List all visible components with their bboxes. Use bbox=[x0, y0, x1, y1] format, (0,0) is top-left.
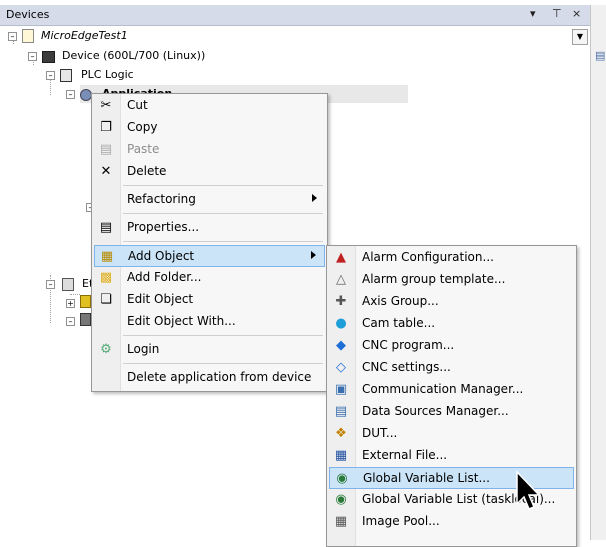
menu-item-cut[interactable]: ✂ Cut bbox=[94, 95, 325, 117]
right-side-strip: ▤ bbox=[590, 5, 606, 540]
cnc-settings-icon: ◇ bbox=[336, 360, 346, 375]
submenu-item-data-sources-manager[interactable]: ▤ Data Sources Manager... bbox=[329, 401, 574, 423]
mouse-cursor-icon bbox=[516, 470, 541, 510]
expander-ethercat[interactable]: – bbox=[46, 280, 55, 289]
image-pool-icon: ▦ bbox=[334, 514, 348, 529]
submenu-item-cnc-program[interactable]: ◆ CNC program... bbox=[329, 335, 574, 357]
communication-manager-icon: ▣ bbox=[334, 382, 348, 397]
device-icon bbox=[42, 51, 55, 63]
submenu-item-cnc-settings[interactable]: ◇ CNC settings... bbox=[329, 357, 574, 379]
plc-logic-label: PLC Logic bbox=[81, 68, 134, 81]
expander-application[interactable]: – bbox=[66, 90, 75, 99]
dropdown-arrow-icon[interactable]: ▾ bbox=[530, 7, 536, 20]
menu-item-refactoring[interactable]: Refactoring bbox=[94, 189, 325, 211]
project-icon bbox=[22, 29, 34, 43]
menu-item-add-folder[interactable]: ▩ Add Folder... bbox=[94, 267, 325, 289]
expander-project[interactable]: – bbox=[8, 32, 17, 41]
side-tab-icon[interactable]: ▤ bbox=[595, 49, 605, 62]
submenu-item-image-pool[interactable]: ▦ Image Pool... bbox=[329, 511, 574, 533]
data-sources-icon: ▤ bbox=[334, 404, 348, 419]
dut-icon: ❖ bbox=[335, 426, 347, 441]
submenu-item-alarm-group-template[interactable]: △ Alarm group template... bbox=[329, 269, 574, 291]
ethercat-icon bbox=[62, 278, 74, 291]
menu-item-properties[interactable]: ▤ Properties... bbox=[94, 217, 325, 239]
expander-subnode-2[interactable]: – bbox=[66, 317, 75, 326]
scissors-icon: ✂ bbox=[100, 98, 112, 113]
module-icon bbox=[80, 295, 91, 308]
menu-item-add-object[interactable]: ▦ Add Object bbox=[94, 245, 325, 267]
menu-item-delete[interactable]: ✕ Delete bbox=[94, 161, 325, 183]
edit-object-icon: ❏ bbox=[100, 292, 112, 307]
plc-logic-icon bbox=[60, 69, 72, 82]
close-icon[interactable]: × bbox=[572, 7, 581, 20]
panel-title: Devices bbox=[6, 8, 50, 21]
cam-table-icon: ● bbox=[335, 316, 347, 331]
expander-subnode-1[interactable]: + bbox=[66, 299, 75, 308]
menu-item-login[interactable]: ⚙ Login bbox=[94, 339, 325, 361]
submenu-item-communication-manager[interactable]: ▣ Communication Manager... bbox=[329, 379, 574, 401]
add-object-icon: ▦ bbox=[100, 249, 114, 264]
pin-icon[interactable]: ⊤ bbox=[552, 7, 562, 20]
properties-icon: ▤ bbox=[99, 220, 113, 235]
menu-item-edit-object[interactable]: ❏ Edit Object bbox=[94, 289, 325, 311]
alarm-configuration-icon: ▲ bbox=[336, 250, 346, 265]
expander-device[interactable]: – bbox=[28, 52, 37, 61]
module-icon-2 bbox=[80, 313, 91, 326]
copy-icon: ❐ bbox=[100, 120, 112, 135]
context-menu: ✂ Cut ❐ Copy ▤ Paste ✕ Delete Refactorin… bbox=[91, 93, 328, 392]
submenu-item-dut[interactable]: ❖ DUT... bbox=[329, 423, 574, 445]
submenu-item-alarm-configuration[interactable]: ▲ Alarm Configuration... bbox=[329, 247, 574, 269]
axis-group-icon: ✚ bbox=[335, 294, 347, 309]
folder-icon: ▩ bbox=[99, 270, 113, 285]
menu-item-paste[interactable]: ▤ Paste bbox=[94, 139, 325, 161]
expander-plc-logic[interactable]: – bbox=[46, 71, 55, 80]
globe-icon: ◉ bbox=[336, 471, 348, 486]
alarm-group-icon: △ bbox=[336, 272, 346, 287]
paste-icon: ▤ bbox=[99, 142, 113, 157]
submenu-item-cam-table[interactable]: ● Cam table... bbox=[329, 313, 574, 335]
devices-panel-header: Devices ▾ ⊤ × bbox=[0, 5, 590, 26]
submenu-arrow-icon bbox=[311, 251, 316, 259]
project-label: MicroEdgeTest1 bbox=[41, 29, 128, 42]
menu-item-edit-object-with[interactable]: Edit Object With... bbox=[94, 311, 325, 333]
submenu-item-external-file[interactable]: ▦ External File... bbox=[329, 445, 574, 467]
external-file-icon: ▦ bbox=[334, 448, 348, 463]
submenu-arrow-icon bbox=[312, 194, 317, 202]
login-icon: ⚙ bbox=[100, 342, 112, 357]
menu-item-copy[interactable]: ❐ Copy bbox=[94, 117, 325, 139]
menu-item-delete-application[interactable]: Delete application from device bbox=[94, 367, 325, 389]
device-label: Device (600L/700 (Linux)) bbox=[62, 49, 206, 62]
gvl-tasklocal-icon: ◉ bbox=[335, 492, 347, 507]
delete-icon: ✕ bbox=[100, 164, 112, 179]
submenu-item-axis-group[interactable]: ✚ Axis Group... bbox=[329, 291, 574, 313]
cnc-program-icon: ◆ bbox=[336, 338, 346, 353]
